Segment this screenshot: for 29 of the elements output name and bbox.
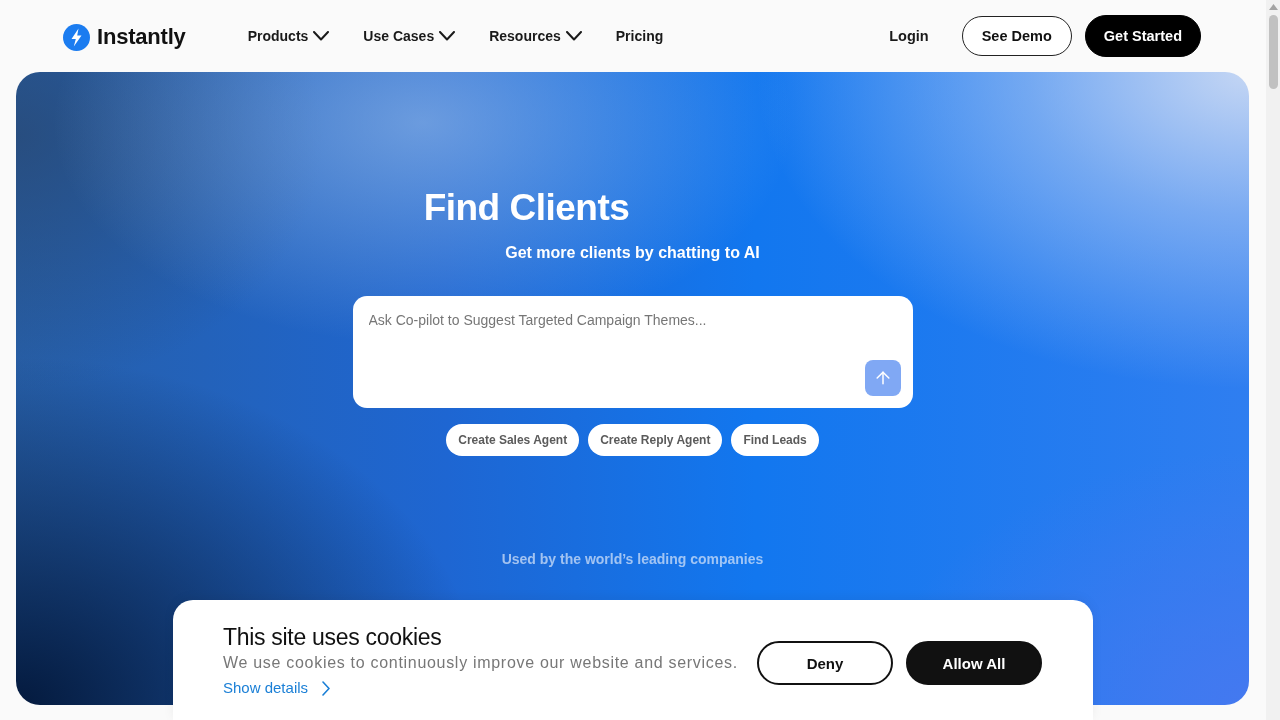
suggestion-chip[interactable]: Create Reply Agent: [588, 424, 723, 456]
scrollbar-thumb[interactable]: [1268, 15, 1278, 89]
trust-caption: Used by the world’s leading companies: [501, 550, 764, 568]
scroll-up-arrow-icon[interactable]: [1268, 4, 1278, 10]
suggestion-chip[interactable]: Find Leads: [731, 424, 819, 456]
nav-menu-item[interactable]: Resources: [489, 28, 582, 44]
show-details-link[interactable]: Show details: [223, 678, 331, 698]
header-button[interactable]: See Demo: [961, 16, 1072, 56]
header-button[interactable]: Get Started: [1084, 15, 1201, 57]
nav-menu-item[interactable]: Use Cases: [363, 28, 456, 44]
cookie-button[interactable]: Deny: [757, 641, 893, 685]
cookie-button[interactable]: Allow All: [906, 641, 1042, 685]
chevron-down-icon: [313, 31, 330, 41]
cookie-text: We use cookies to continuously improve our website and services.: [223, 653, 738, 673]
hero-title: Find Clients: [423, 186, 630, 230]
chevron-down-icon: [439, 31, 456, 41]
prompt-input-field[interactable]: Ask Co-pilot to Suggest Targeted Campaign Themes...: [368, 311, 849, 331]
chevron-down-icon: [565, 31, 582, 41]
scrollbar[interactable]: [1266, 0, 1280, 720]
nav-menu-item[interactable]: Products: [247, 28, 330, 44]
logo-wordmark: Instantly: [97, 24, 186, 50]
cookie-title: This site uses cookies: [223, 624, 443, 650]
chevron-right-icon: [322, 680, 331, 696]
logo[interactable]: Instantly: [63, 23, 186, 51]
nav-menu-item[interactable]: Pricing: [615, 28, 664, 44]
hero-subtitle: Get more clients by chatting to AI: [505, 243, 760, 263]
suggestion-chip[interactable]: Create Sales Agent: [446, 424, 580, 456]
login-link[interactable]: Login: [889, 28, 929, 44]
lightning-bolt-icon: [63, 23, 90, 51]
